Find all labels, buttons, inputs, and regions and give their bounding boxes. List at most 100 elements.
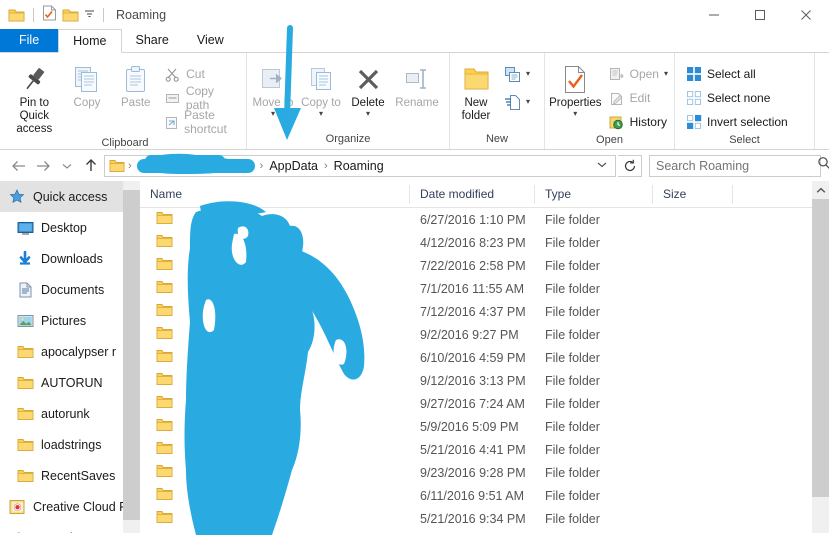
new-item-chevron-icon[interactable]: ▾ xyxy=(526,70,530,78)
file-name-cell[interactable] xyxy=(140,234,410,251)
column-header-name[interactable]: Name xyxy=(140,184,410,204)
table-row[interactable]: 6/27/2016 1:10 PM File folder xyxy=(140,208,829,231)
search-icon[interactable] xyxy=(817,156,829,175)
sidebar-item-recentsaves[interactable]: RecentSaves xyxy=(0,460,140,491)
address-dropdown-icon[interactable] xyxy=(596,160,611,171)
easy-access-button[interactable]: ▾ xyxy=(500,91,534,113)
tab-file[interactable]: File xyxy=(0,29,59,52)
new-folder-button[interactable]: New folder xyxy=(452,58,500,123)
close-button[interactable] xyxy=(783,0,829,30)
sidebar-item-autorunk[interactable]: autorunk xyxy=(0,398,140,429)
file-name-cell[interactable] xyxy=(140,441,410,458)
select-all-button[interactable]: Select all xyxy=(681,63,792,85)
sidebar-item-documents[interactable]: Documents xyxy=(0,274,140,305)
list-scrollbar-up-button[interactable] xyxy=(812,181,829,199)
table-row[interactable]: 7/12/2016 4:37 PM File folder xyxy=(140,300,829,323)
table-row[interactable]: 7/1/2016 11:55 AM File folder xyxy=(140,277,829,300)
table-row[interactable]: 9/2/2016 9:27 PM File folder xyxy=(140,323,829,346)
search-input[interactable] xyxy=(656,158,817,173)
file-name-cell[interactable] xyxy=(140,464,410,481)
select-none-button[interactable]: Select none xyxy=(681,87,792,109)
nav-scrollbar-thumb[interactable] xyxy=(123,190,140,520)
open-button[interactable]: Open ▾ xyxy=(604,63,672,85)
file-name-cell[interactable] xyxy=(140,326,410,343)
delete-chevron-icon[interactable]: ▾ xyxy=(366,110,370,118)
breadcrumb-appdata[interactable]: AppData xyxy=(266,159,321,173)
maximize-button[interactable] xyxy=(737,0,783,30)
table-row[interactable]: 9/27/2016 7:24 AM File folder xyxy=(140,392,829,415)
file-name-cell[interactable] xyxy=(140,372,410,389)
file-name-cell[interactable] xyxy=(140,349,410,366)
breadcrumb-redacted[interactable] xyxy=(136,154,255,173)
qat-folder-icon[interactable] xyxy=(8,8,25,23)
column-header-type[interactable]: Type xyxy=(535,184,653,204)
up-button[interactable] xyxy=(80,155,102,177)
move-to-button[interactable]: Move to ▾ xyxy=(249,58,297,118)
list-scrollbar[interactable] xyxy=(812,181,829,533)
history-button[interactable]: History xyxy=(604,111,672,133)
copy-to-chevron-icon[interactable]: ▾ xyxy=(319,110,323,118)
move-to-chevron-icon[interactable]: ▾ xyxy=(271,110,275,118)
file-name-cell[interactable] xyxy=(140,487,410,504)
file-name-cell[interactable] xyxy=(140,303,410,320)
sidebar-item-onedrive[interactable]: OneDrive xyxy=(0,522,140,533)
tab-share[interactable]: Share xyxy=(122,29,183,52)
forward-button[interactable] xyxy=(32,155,54,177)
paste-shortcut-button[interactable]: Paste shortcut xyxy=(160,108,244,136)
file-name-cell[interactable] xyxy=(140,510,410,527)
edit-button[interactable]: Edit xyxy=(604,87,672,109)
cut-button[interactable]: Cut xyxy=(160,63,244,85)
easy-access-chevron-icon[interactable]: ▾ xyxy=(526,98,530,106)
sidebar-item-desktop[interactable]: Desktop xyxy=(0,212,140,243)
table-row[interactable]: 9/23/2016 9:28 PM File folder xyxy=(140,461,829,484)
back-button[interactable] xyxy=(8,155,30,177)
table-row[interactable]: 5/21/2016 9:34 PM File folder xyxy=(140,507,829,530)
rename-button[interactable]: Rename xyxy=(391,58,443,110)
copy-to-button[interactable]: Copy to ▾ xyxy=(297,58,345,118)
table-row[interactable]: 7/22/2016 2:58 PM File folder xyxy=(140,254,829,277)
sidebar-item-quick-access[interactable]: Quick access xyxy=(0,181,140,212)
file-name-cell[interactable] xyxy=(140,395,410,412)
sidebar-item-apocalypser-r[interactable]: apocalypser r xyxy=(0,336,140,367)
sidebar-item-downloads[interactable]: Downloads xyxy=(0,243,140,274)
recent-locations-button[interactable] xyxy=(56,155,78,177)
table-row[interactable]: 4/12/2016 8:23 PM File folder xyxy=(140,231,829,254)
file-name-cell[interactable] xyxy=(140,280,410,297)
sidebar-item-pictures[interactable]: Pictures xyxy=(0,305,140,336)
sidebar-item-autorun[interactable]: AUTORUN xyxy=(0,367,140,398)
file-name-cell[interactable] xyxy=(140,418,410,435)
copy-path-button[interactable]: Copy path xyxy=(160,84,244,112)
properties-chevron-icon[interactable]: ▾ xyxy=(573,110,577,118)
qat-customize-chevron-icon[interactable] xyxy=(84,6,95,24)
tab-view[interactable]: View xyxy=(183,29,238,52)
table-row[interactable]: 6/10/2016 4:59 PM File folder xyxy=(140,346,829,369)
table-row[interactable]: 6/11/2016 9:51 AM File folder xyxy=(140,484,829,507)
search-box[interactable] xyxy=(649,154,829,177)
refresh-button[interactable] xyxy=(618,154,642,177)
column-header-date-modified[interactable]: Date modified xyxy=(410,184,535,204)
qat-new-folder-icon[interactable] xyxy=(62,8,79,23)
pin-to-quick-access-button[interactable]: Pin to Quick access xyxy=(6,58,63,136)
table-row[interactable]: 9/12/2016 3:13 PM File folder xyxy=(140,369,829,392)
table-row[interactable]: 5/9/2016 5:09 PM File folder xyxy=(140,415,829,438)
address-bar[interactable]: › › AppData › Roaming xyxy=(104,154,616,177)
delete-button[interactable]: Delete ▾ xyxy=(345,58,391,118)
column-header-size[interactable]: Size xyxy=(653,184,733,204)
minimize-button[interactable] xyxy=(691,0,737,30)
nav-scrollbar[interactable] xyxy=(123,181,140,533)
copy-button[interactable]: Copy xyxy=(63,58,112,110)
sidebar-item-loadstrings[interactable]: loadstrings xyxy=(0,429,140,460)
file-name-cell[interactable] xyxy=(140,211,410,228)
invert-selection-button[interactable]: Invert selection xyxy=(681,111,792,133)
properties-button[interactable]: Properties ▾ xyxy=(547,58,604,118)
paste-button[interactable]: Paste xyxy=(111,58,160,110)
qat-properties-icon[interactable] xyxy=(42,5,57,26)
list-scrollbar-thumb[interactable] xyxy=(812,199,829,497)
new-item-button[interactable]: ▾ xyxy=(500,63,534,85)
file-name-cell[interactable] xyxy=(140,257,410,274)
tab-home[interactable]: Home xyxy=(58,29,122,53)
table-row[interactable]: 8/28/2016 10:29 PMFile folder xyxy=(140,530,829,533)
table-row[interactable]: 5/21/2016 4:41 PM File folder xyxy=(140,438,829,461)
breadcrumb-roaming[interactable]: Roaming xyxy=(331,159,387,173)
open-chevron-icon[interactable]: ▾ xyxy=(664,70,668,78)
